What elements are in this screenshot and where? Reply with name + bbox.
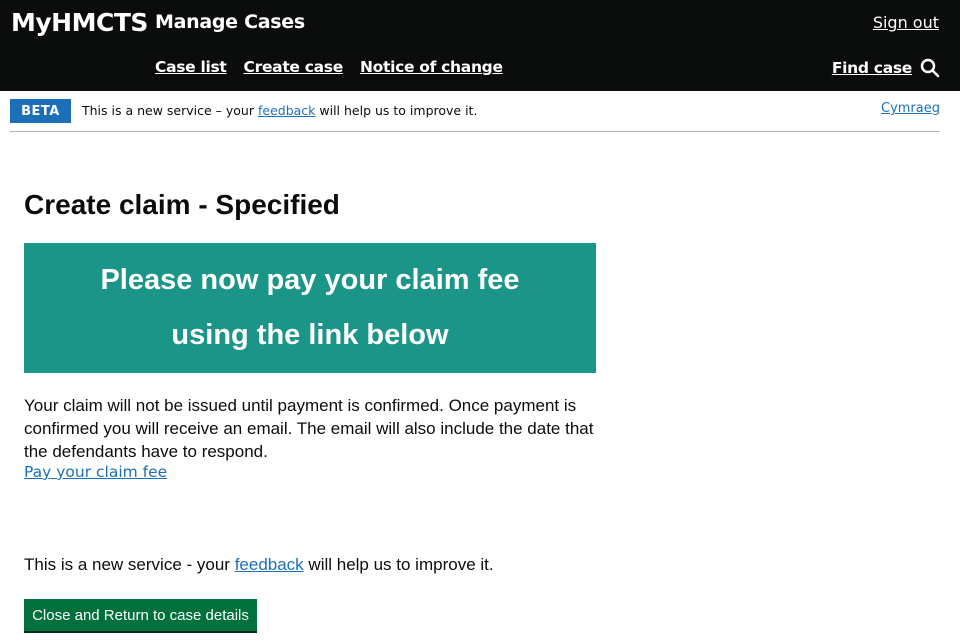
panel-title-line-2: using the link below xyxy=(171,319,449,351)
brand-logo[interactable]: MyHMCTS xyxy=(11,8,148,37)
find-case-link[interactable]: Find case xyxy=(832,58,940,78)
nav-create-case[interactable]: Create case xyxy=(244,58,344,76)
find-case-label[interactable]: Find case xyxy=(832,59,912,77)
phase-banner-text: This is a new service – your feedback wi… xyxy=(82,103,477,118)
search-icon[interactable] xyxy=(920,58,940,78)
feedback-text-after: will help us to improve it. xyxy=(303,555,494,574)
nav-case-list[interactable]: Case list xyxy=(155,58,227,76)
page-title: Create claim - Specified xyxy=(24,189,340,220)
confirmation-panel: Please now pay your claim fee using the … xyxy=(24,243,596,373)
beta-tag: BETA xyxy=(10,99,71,123)
site-header: MyHMCTS Manage Cases Sign out Case list … xyxy=(0,0,960,91)
phase-banner-feedback-link[interactable]: feedback xyxy=(258,103,315,118)
pay-claim-fee-link[interactable]: Pay your claim fee xyxy=(24,463,167,481)
language-toggle-link[interactable]: Cymraeg xyxy=(881,101,940,116)
service-name[interactable]: Manage Cases xyxy=(155,11,305,33)
sign-out-link[interactable]: Sign out xyxy=(873,13,939,32)
nav-notice-of-change[interactable]: Notice of change xyxy=(360,58,503,76)
feedback-text-before: This is a new service - your xyxy=(24,555,235,574)
phase-banner: BETA This is a new service – your feedba… xyxy=(10,99,940,132)
feedback-text: This is a new service - your feedback wi… xyxy=(24,555,494,575)
feedback-link[interactable]: feedback xyxy=(235,555,304,574)
close-and-return-button[interactable]: Close and Return to case details xyxy=(24,599,257,631)
payment-info-text: Your claim will not be issued until paym… xyxy=(24,396,594,461)
phase-banner-text-before: This is a new service – your xyxy=(82,103,258,118)
primary-nav: Case list Create case Notice of change xyxy=(155,58,503,76)
panel-title-line-1: Please now pay your claim fee xyxy=(100,264,520,296)
phase-banner-text-after: will help us to improve it. xyxy=(315,103,478,118)
